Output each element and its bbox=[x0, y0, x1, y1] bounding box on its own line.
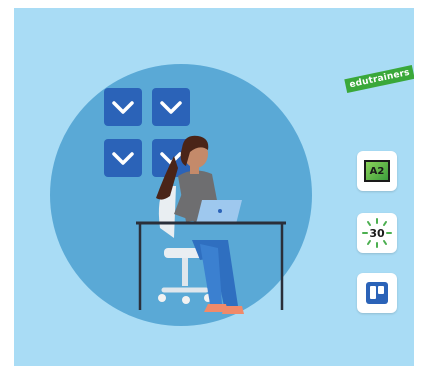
timer-30-label: 30 bbox=[369, 226, 385, 240]
a2-level-label: A2 bbox=[369, 165, 385, 177]
hero-banner: edutrainers bbox=[14, 8, 414, 366]
woman-at-desk-illustration bbox=[136, 135, 286, 314]
a2-level-icon: A2 bbox=[364, 160, 390, 182]
a2-level-tile[interactable]: A2 bbox=[357, 151, 397, 191]
timer-30-tile[interactable]: 30 bbox=[357, 213, 397, 253]
board-app-icon bbox=[366, 282, 388, 304]
board-app-tile[interactable] bbox=[357, 273, 397, 313]
